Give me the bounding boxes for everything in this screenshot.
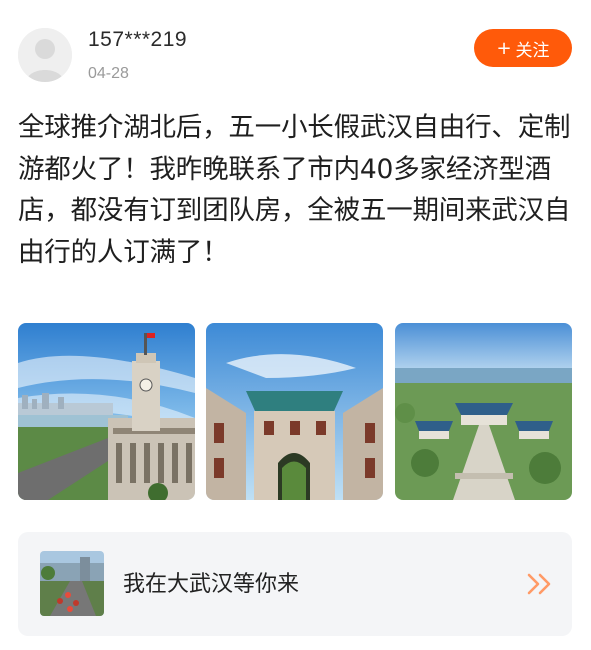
double-chevron-right-icon	[527, 573, 551, 595]
post-image-clock-tower[interactable]	[18, 323, 195, 500]
topic-thumbnail	[40, 551, 104, 616]
post-image-university-gate[interactable]	[206, 323, 383, 500]
post-body-text: 全球推介湖北后，五一小长假武汉自由行、定制游都火了！我昨晚联系了市内40多家经济…	[18, 112, 571, 268]
follow-label: 关注	[515, 40, 550, 61]
post-date: 04-28	[88, 65, 129, 82]
default-avatar-icon	[18, 28, 72, 82]
post-header: 157***219 04-28 + 关注	[0, 0, 591, 100]
user-name[interactable]: 157***219	[88, 28, 187, 52]
follow-button[interactable]: + 关注	[474, 29, 572, 67]
topic-link-card[interactable]: 我在大武汉等你来	[18, 532, 572, 636]
user-avatar[interactable]	[18, 28, 72, 82]
plus-icon: +	[496, 37, 512, 59]
topic-title: 我在大武汉等你来	[123, 572, 300, 597]
post-image-grid	[18, 323, 572, 500]
post-image-museum-aerial[interactable]	[395, 323, 572, 500]
